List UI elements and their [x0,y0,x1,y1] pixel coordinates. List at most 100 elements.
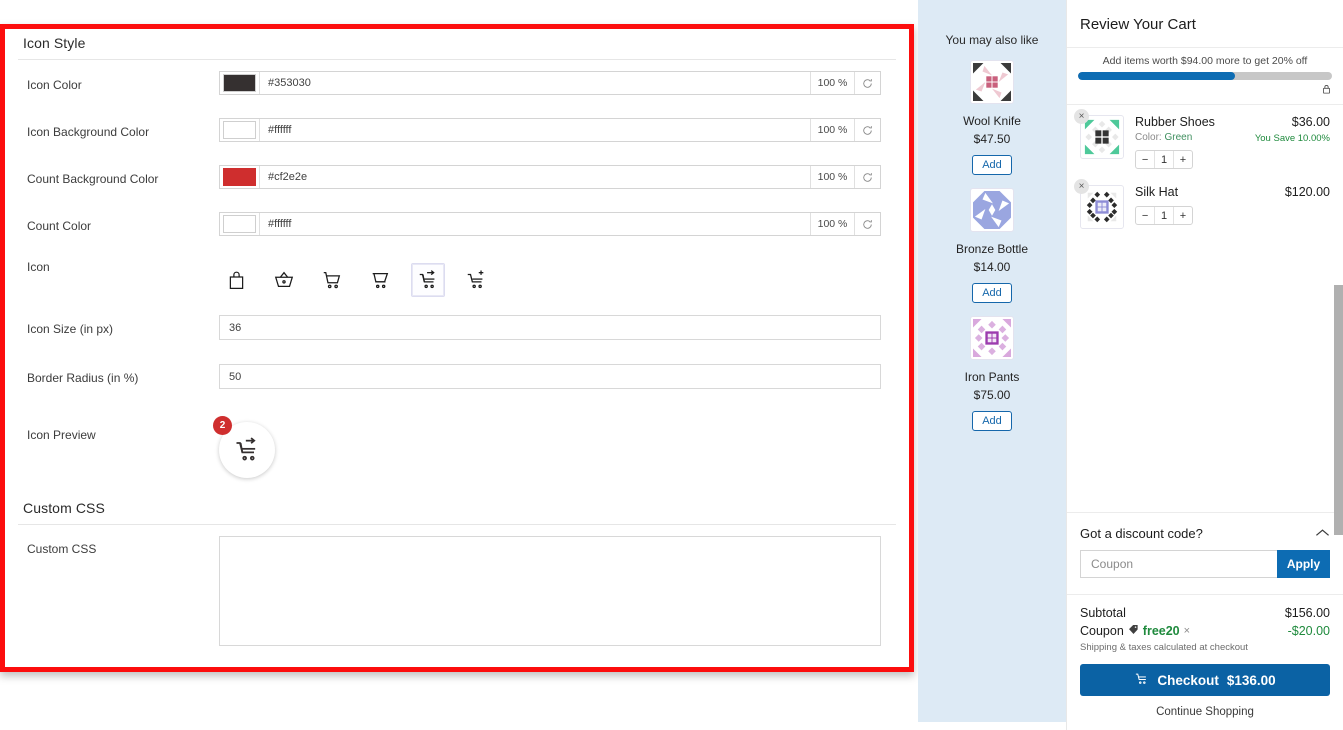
field-row-count-background-color: Count Background Color #cf2e2e 100 % [5,154,909,201]
cart-arrow-down-icon [236,437,256,461]
iron-pants-thumb[interactable] [970,316,1014,360]
hex-value-count-color[interactable]: #ffffff [260,213,810,235]
bronze-bottle-thumb[interactable] [970,188,1014,232]
reset-icon[interactable] [854,72,880,94]
quantity-increase-button[interactable]: + [1174,207,1192,224]
border-radius-input[interactable]: 50 [219,364,881,389]
quantity-increase-button[interactable]: + [1174,151,1192,168]
coupon-discount-value: -$20.00 [1287,624,1330,638]
label-icon-color: Icon Color [27,78,82,92]
checkout-amount: $136.00 [1226,672,1276,688]
add-to-cart-button[interactable]: Add [972,411,1012,431]
control-icon-picker [219,248,895,297]
product-pattern-icon [973,191,1011,229]
cart-totals: Subtotal $156.00 Coupon free20 × -$20.00… [1067,594,1343,730]
color-swatch-button-count-color[interactable] [220,213,260,235]
remove-item-button[interactable]: × [1074,109,1089,124]
recommendation-name: Wool Knife [963,114,1021,128]
cart-item-row: × [1067,105,1343,175]
custom-css-textarea[interactable] [219,536,881,646]
color-swatch-icon-color [223,74,256,92]
cart-drawer: Review Your Cart Add items worth $94.00 … [1066,0,1343,730]
cart-item-details: Silk Hat − 1 + [1124,185,1279,229]
coupon-total-row: Coupon free20 × -$20.00 [1080,624,1330,638]
cart-item-price: $120.00 [1284,185,1330,199]
quantity-value[interactable]: 1 [1154,151,1174,168]
field-row-count-color: Count Color #ffffff 100 % [5,201,909,248]
remove-item-button[interactable]: × [1074,179,1089,194]
coupon-input[interactable]: Coupon [1080,550,1277,578]
color-swatch-button-icon-background-color[interactable] [220,119,260,141]
cart-progress-fill [1078,72,1236,80]
reset-icon[interactable] [854,213,880,235]
cart-count-badge: 2 [213,416,232,435]
checkout-button[interactable]: Checkout $136.00 [1080,664,1330,696]
chevron-up-icon[interactable] [1315,527,1330,540]
shopping-cart-icon[interactable] [315,263,349,297]
alpha-value-count-color[interactable]: 100 % [810,213,854,235]
reset-icon[interactable] [854,119,880,141]
cart-plus-icon[interactable] [459,263,493,297]
control-custom-css [219,525,895,646]
hex-value-icon-background-color[interactable]: #ffffff [260,119,810,141]
hex-value-count-background-color[interactable]: #cf2e2e [260,166,810,188]
product-pattern-icon [1083,188,1121,226]
wool-knife-thumb[interactable] [970,60,1014,104]
icon-preview: 2 [213,416,279,482]
variant-value: Green [1164,132,1193,143]
discount-heading: Got a discount code? [1080,526,1203,541]
quantity-decrease-button[interactable]: − [1136,207,1154,224]
cart-item-name[interactable]: Rubber Shoes [1135,115,1249,129]
color-swatch-button-icon-color[interactable] [220,72,260,94]
discount-section: Got a discount code? Coupon Apply [1067,512,1343,594]
color-swatch-count-color [223,215,256,233]
alpha-value-icon-background-color[interactable]: 100 % [810,119,854,141]
color-swatch-button-count-background-color[interactable] [220,166,260,188]
cart-arrow-down-icon[interactable] [411,263,445,297]
cart-progress-block: Add items worth $94.00 more to get 20% o… [1067,48,1343,105]
quantity-decrease-button[interactable]: − [1136,151,1154,168]
cart-item-price: $36.00 [1291,115,1330,129]
cart-icon [1134,671,1149,689]
color-input-icon-background-color[interactable]: #ffffff 100 % [219,118,881,142]
cart-items-list: × Rubber Shoes Color: Green − 1 + $36.00… [1067,105,1343,512]
alpha-value-count-background-color[interactable]: 100 % [810,166,854,188]
section-title-custom-css: Custom CSS [23,500,105,516]
quantity-value[interactable]: 1 [1154,207,1174,224]
coupon-row: Coupon Apply [1067,550,1343,594]
label-icon-preview: Icon Preview [27,428,96,442]
label-custom-css: Custom CSS [27,542,97,556]
field-row-border-radius: Border Radius (in %) 50 [5,353,909,402]
coupon-word: Coupon [1080,624,1124,638]
color-input-count-color[interactable]: #ffffff 100 % [219,212,881,236]
shopping-cart-flat-icon[interactable] [363,263,397,297]
color-input-icon-color[interactable]: #353030 100 % [219,71,881,95]
quantity-stepper: − 1 + [1135,206,1193,225]
settings-panel-body: Icon Style Icon Color #353030 100 % Icon… [5,29,909,667]
cart-item-name[interactable]: Silk Hat [1135,185,1279,199]
recommendations-panel: You may also like Wool Knife $47.50 Add … [918,0,1066,722]
add-to-cart-button[interactable]: Add [972,155,1012,175]
checkout-label: Checkout [1157,672,1219,688]
shopping-basket-icon[interactable] [267,263,301,297]
add-to-cart-button[interactable]: Add [972,283,1012,303]
label-icon-size: Icon Size (in px) [27,322,114,336]
discount-header[interactable]: Got a discount code? [1067,513,1343,550]
alpha-value-icon-color[interactable]: 100 % [810,72,854,94]
recommendation-price: $47.50 [973,132,1011,146]
page-scrollbar-thumb[interactable] [1334,285,1343,535]
color-input-count-background-color[interactable]: #cf2e2e 100 % [219,165,881,189]
cart-item-thumb-wrap: × [1074,109,1124,169]
shopping-bag-icon[interactable] [219,263,253,297]
reset-icon[interactable] [854,166,880,188]
subtotal-value: $156.00 [1284,606,1330,620]
icon-size-input[interactable]: 36 [219,315,881,340]
control-icon-size: 36 [219,304,895,340]
apply-coupon-button[interactable]: Apply [1277,550,1330,578]
recommendation-item: Bronze Bottle $14.00 Add [918,188,1066,303]
continue-shopping-link[interactable]: Continue Shopping [1080,706,1330,718]
label-icon: Icon [27,260,50,274]
hex-value-icon-color[interactable]: #353030 [260,72,810,94]
remove-coupon-button[interactable]: × [1184,625,1190,637]
shipping-note: Shipping & taxes calculated at checkout [1080,642,1248,653]
